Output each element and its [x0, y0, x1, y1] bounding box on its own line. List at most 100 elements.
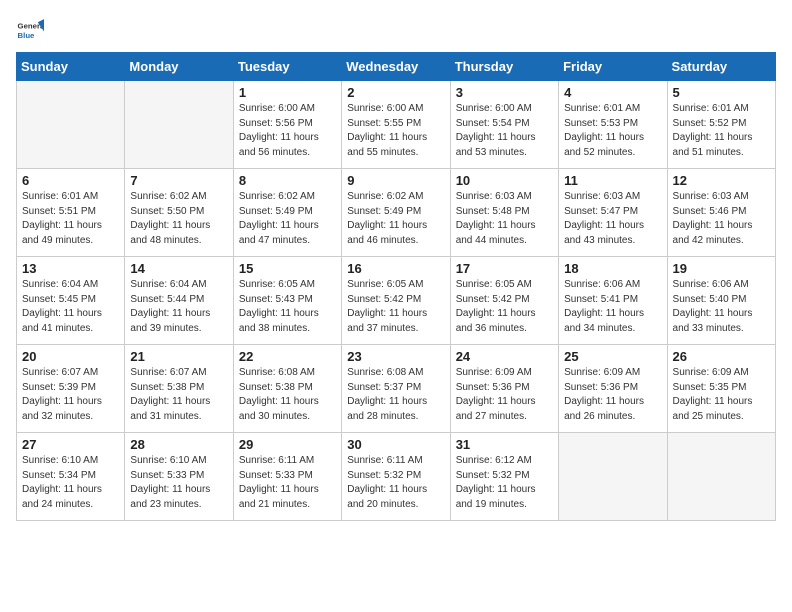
- day-info: Sunrise: 6:00 AM Sunset: 5:55 PM Dayligh…: [347, 102, 444, 160]
- day-info: Sunrise: 6:07 AM Sunset: 5:38 PM Dayligh…: [130, 366, 227, 424]
- day-number: 2: [347, 85, 444, 100]
- calendar-cell: 5 Sunrise: 6:01 AM Sunset: 5:52 PM Daylig…: [667, 81, 775, 169]
- day-number: 24: [456, 349, 553, 364]
- calendar-cell: 12 Sunrise: 6:03 AM Sunset: 5:46 PM Dayli…: [667, 169, 775, 257]
- day-info: Sunrise: 6:02 AM Sunset: 5:49 PM Dayligh…: [347, 190, 444, 248]
- day-number: 15: [239, 261, 336, 276]
- calendar-header-row: SundayMondayTuesdayWednesdayThursdayFrid…: [17, 53, 776, 81]
- header-tuesday: Tuesday: [233, 53, 341, 81]
- day-number: 16: [347, 261, 444, 276]
- day-number: 23: [347, 349, 444, 364]
- day-info: Sunrise: 6:06 AM Sunset: 5:41 PM Dayligh…: [564, 278, 661, 336]
- day-number: 10: [456, 173, 553, 188]
- day-number: 9: [347, 173, 444, 188]
- day-number: 27: [22, 437, 119, 452]
- svg-text:Blue: Blue: [18, 31, 36, 40]
- calendar-cell: 16Sunrise: 6:05 AM Sunset: 5:42 PM Dayli…: [342, 257, 450, 345]
- day-number: 31: [456, 437, 553, 452]
- calendar-cell: 9 Sunrise: 6:02 AM Sunset: 5:49 PM Daylig…: [342, 169, 450, 257]
- calendar-cell: 11 Sunrise: 6:03 AM Sunset: 5:47 PM Dayli…: [559, 169, 667, 257]
- calendar-cell: 31 Sunrise: 6:12 AM Sunset: 5:32 PM Dayli…: [450, 433, 558, 521]
- day-number: 8: [239, 173, 336, 188]
- calendar-cell: 19 Sunrise: 6:06 AM Sunset: 5:40 PM Dayli…: [667, 257, 775, 345]
- day-info: Sunrise: 6:04 AM Sunset: 5:45 PM Dayligh…: [22, 278, 119, 336]
- day-info: Sunrise: 6:06 AM Sunset: 5:40 PM Dayligh…: [673, 278, 770, 336]
- day-number: 19: [673, 261, 770, 276]
- day-number: 21: [130, 349, 227, 364]
- day-number: 6: [22, 173, 119, 188]
- calendar-week-row: 27 Sunrise: 6:10 AM Sunset: 5:34 PM Dayli…: [17, 433, 776, 521]
- header-monday: Monday: [125, 53, 233, 81]
- calendar-cell: 14Sunrise: 6:04 AM Sunset: 5:44 PM Dayli…: [125, 257, 233, 345]
- day-info: Sunrise: 6:12 AM Sunset: 5:32 PM Dayligh…: [456, 454, 553, 512]
- header-sunday: Sunday: [17, 53, 125, 81]
- day-info: Sunrise: 6:07 AM Sunset: 5:39 PM Dayligh…: [22, 366, 119, 424]
- day-number: 26: [673, 349, 770, 364]
- calendar-cell: 30 Sunrise: 6:11 AM Sunset: 5:32 PM Dayli…: [342, 433, 450, 521]
- calendar-cell: 1 Sunrise: 6:00 AM Sunset: 5:56 PM Daylig…: [233, 81, 341, 169]
- day-info: Sunrise: 6:11 AM Sunset: 5:33 PM Dayligh…: [239, 454, 336, 512]
- day-number: 20: [22, 349, 119, 364]
- day-info: Sunrise: 6:01 AM Sunset: 5:53 PM Dayligh…: [564, 102, 661, 160]
- calendar-cell: [17, 81, 125, 169]
- day-number: 18: [564, 261, 661, 276]
- calendar-cell: 24Sunrise: 6:09 AM Sunset: 5:36 PM Dayli…: [450, 345, 558, 433]
- day-info: Sunrise: 6:10 AM Sunset: 5:33 PM Dayligh…: [130, 454, 227, 512]
- calendar-cell: 17 Sunrise: 6:05 AM Sunset: 5:42 PM Dayli…: [450, 257, 558, 345]
- calendar-cell: 10Sunrise: 6:03 AM Sunset: 5:48 PM Dayli…: [450, 169, 558, 257]
- day-info: Sunrise: 6:09 AM Sunset: 5:36 PM Dayligh…: [564, 366, 661, 424]
- calendar-cell: 18 Sunrise: 6:06 AM Sunset: 5:41 PM Dayli…: [559, 257, 667, 345]
- day-number: 22: [239, 349, 336, 364]
- day-number: 5: [673, 85, 770, 100]
- day-info: Sunrise: 6:05 AM Sunset: 5:43 PM Dayligh…: [239, 278, 336, 336]
- day-number: 25: [564, 349, 661, 364]
- day-info: Sunrise: 6:11 AM Sunset: 5:32 PM Dayligh…: [347, 454, 444, 512]
- calendar-cell: 4 Sunrise: 6:01 AM Sunset: 5:53 PM Daylig…: [559, 81, 667, 169]
- calendar-week-row: 1 Sunrise: 6:00 AM Sunset: 5:56 PM Daylig…: [17, 81, 776, 169]
- calendar-cell: [559, 433, 667, 521]
- calendar-cell: [125, 81, 233, 169]
- calendar-cell: 28Sunrise: 6:10 AM Sunset: 5:33 PM Dayli…: [125, 433, 233, 521]
- header-wednesday: Wednesday: [342, 53, 450, 81]
- calendar-cell: [667, 433, 775, 521]
- day-number: 13: [22, 261, 119, 276]
- day-info: Sunrise: 6:00 AM Sunset: 5:54 PM Dayligh…: [456, 102, 553, 160]
- calendar-cell: 21 Sunrise: 6:07 AM Sunset: 5:38 PM Dayli…: [125, 345, 233, 433]
- day-info: Sunrise: 6:08 AM Sunset: 5:38 PM Dayligh…: [239, 366, 336, 424]
- day-number: 3: [456, 85, 553, 100]
- page-header: General Blue: [16, 16, 776, 44]
- calendar-cell: 20 Sunrise: 6:07 AM Sunset: 5:39 PM Dayli…: [17, 345, 125, 433]
- day-number: 30: [347, 437, 444, 452]
- calendar-cell: 2 Sunrise: 6:00 AM Sunset: 5:55 PM Daylig…: [342, 81, 450, 169]
- day-info: Sunrise: 6:03 AM Sunset: 5:46 PM Dayligh…: [673, 190, 770, 248]
- day-info: Sunrise: 6:04 AM Sunset: 5:44 PM Dayligh…: [130, 278, 227, 336]
- day-number: 17: [456, 261, 553, 276]
- day-info: Sunrise: 6:05 AM Sunset: 5:42 PM Dayligh…: [456, 278, 553, 336]
- calendar-table: SundayMondayTuesdayWednesdayThursdayFrid…: [16, 52, 776, 521]
- day-info: Sunrise: 6:03 AM Sunset: 5:47 PM Dayligh…: [564, 190, 661, 248]
- day-info: Sunrise: 6:00 AM Sunset: 5:56 PM Dayligh…: [239, 102, 336, 160]
- calendar-cell: 27 Sunrise: 6:10 AM Sunset: 5:34 PM Dayli…: [17, 433, 125, 521]
- header-friday: Friday: [559, 53, 667, 81]
- calendar-week-row: 20 Sunrise: 6:07 AM Sunset: 5:39 PM Dayli…: [17, 345, 776, 433]
- calendar-cell: 6 Sunrise: 6:01 AM Sunset: 5:51 PM Daylig…: [17, 169, 125, 257]
- calendar-cell: 8Sunrise: 6:02 AM Sunset: 5:49 PM Daylig…: [233, 169, 341, 257]
- logo-icon: General Blue: [16, 16, 44, 44]
- calendar-cell: 7Sunrise: 6:02 AM Sunset: 5:50 PM Daylig…: [125, 169, 233, 257]
- calendar-week-row: 6 Sunrise: 6:01 AM Sunset: 5:51 PM Daylig…: [17, 169, 776, 257]
- calendar-week-row: 13 Sunrise: 6:04 AM Sunset: 5:45 PM Dayli…: [17, 257, 776, 345]
- header-thursday: Thursday: [450, 53, 558, 81]
- day-number: 1: [239, 85, 336, 100]
- day-info: Sunrise: 6:01 AM Sunset: 5:52 PM Dayligh…: [673, 102, 770, 160]
- day-number: 29: [239, 437, 336, 452]
- day-number: 4: [564, 85, 661, 100]
- calendar-cell: 15 Sunrise: 6:05 AM Sunset: 5:43 PM Dayli…: [233, 257, 341, 345]
- day-number: 11: [564, 173, 661, 188]
- day-info: Sunrise: 6:01 AM Sunset: 5:51 PM Dayligh…: [22, 190, 119, 248]
- day-info: Sunrise: 6:10 AM Sunset: 5:34 PM Dayligh…: [22, 454, 119, 512]
- calendar-cell: 22 Sunrise: 6:08 AM Sunset: 5:38 PM Dayli…: [233, 345, 341, 433]
- calendar-cell: 26Sunrise: 6:09 AM Sunset: 5:35 PM Dayli…: [667, 345, 775, 433]
- day-number: 12: [673, 173, 770, 188]
- calendar-cell: 23Sunrise: 6:08 AM Sunset: 5:37 PM Dayli…: [342, 345, 450, 433]
- calendar-cell: 29 Sunrise: 6:11 AM Sunset: 5:33 PM Dayli…: [233, 433, 341, 521]
